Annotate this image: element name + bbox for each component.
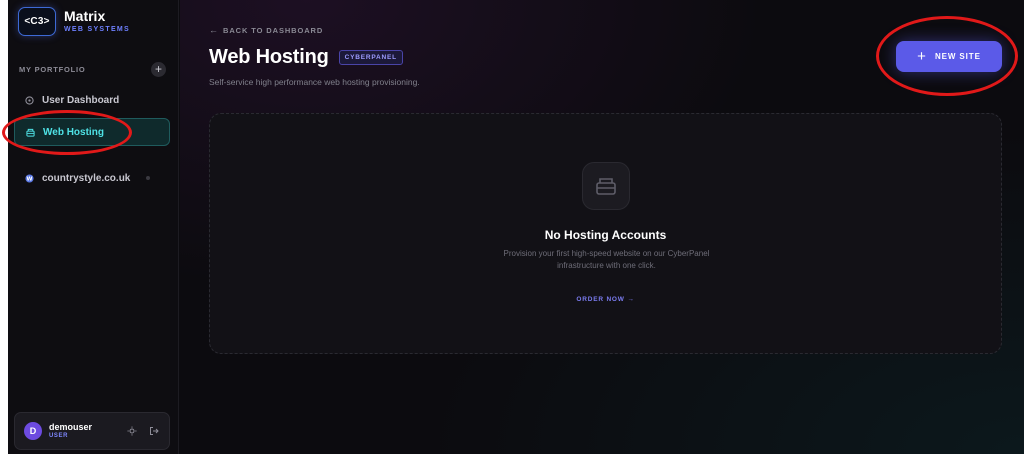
brand-logo: <C3>	[18, 7, 56, 36]
empty-state-description: Provision your first high-speed website …	[503, 249, 710, 270]
main-content: ← BACK TO DASHBOARD Web Hosting CYBERPAN…	[180, 0, 1024, 454]
sidebar-item-label: countrystyle.co.uk	[42, 172, 131, 184]
user-role: USER	[49, 433, 69, 439]
page-title: Web Hosting	[209, 46, 329, 68]
brand-title: Matrix	[64, 8, 106, 24]
arrow-left-icon: ←	[209, 25, 218, 35]
user-card: D demouser USER	[14, 412, 170, 450]
empty-state-card: No Hosting Accounts Provision your first…	[209, 113, 1002, 354]
gauge-icon	[24, 95, 34, 105]
brand-subtitle: WEB SYSTEMS	[64, 26, 131, 33]
back-link-label: BACK TO DASHBOARD	[223, 25, 324, 35]
wordpress-icon: W	[24, 173, 34, 183]
back-to-dashboard-link[interactable]: ← BACK TO DASHBOARD	[209, 25, 323, 35]
new-site-button[interactable]: + NEW SITE	[896, 41, 1002, 72]
sidebar: <C3> Matrix WEB SYSTEMS MY PORTFOLIO + U…	[8, 0, 179, 454]
site-status-dot	[146, 176, 150, 180]
plus-icon: +	[917, 48, 926, 65]
avatar[interactable]: D	[24, 422, 42, 440]
add-portfolio-button[interactable]: +	[151, 62, 166, 77]
section-label: MY PORTFOLIO	[19, 65, 86, 74]
sidebar-item-label: Web Hosting	[43, 126, 104, 138]
provider-badge: CYBERPANEL	[338, 50, 403, 65]
brand[interactable]: <C3> Matrix WEB SYSTEMS	[18, 7, 130, 36]
svg-text:W: W	[26, 176, 32, 182]
new-site-label: NEW SITE	[934, 52, 981, 61]
order-now-link[interactable]: ORDER NOW →	[210, 296, 1001, 303]
logout-icon[interactable]	[149, 426, 159, 436]
theme-toggle-icon[interactable]	[127, 426, 137, 436]
page-subtitle: Self-service high performance web hostin…	[209, 77, 420, 87]
screen-edge	[0, 0, 8, 454]
sidebar-item-countrystyle[interactable]: W countrystyle.co.uk	[14, 164, 170, 192]
server-stack-icon	[582, 162, 630, 210]
server-icon	[25, 127, 35, 137]
portfolio-section-header: MY PORTFOLIO +	[19, 62, 166, 77]
sidebar-item-user-dashboard[interactable]: User Dashboard	[14, 86, 170, 114]
empty-state-title: No Hosting Accounts	[544, 228, 667, 242]
sidebar-item-web-hosting[interactable]: Web Hosting	[14, 118, 170, 146]
user-name: demouser	[49, 422, 93, 432]
sidebar-item-label: User Dashboard	[42, 94, 120, 106]
